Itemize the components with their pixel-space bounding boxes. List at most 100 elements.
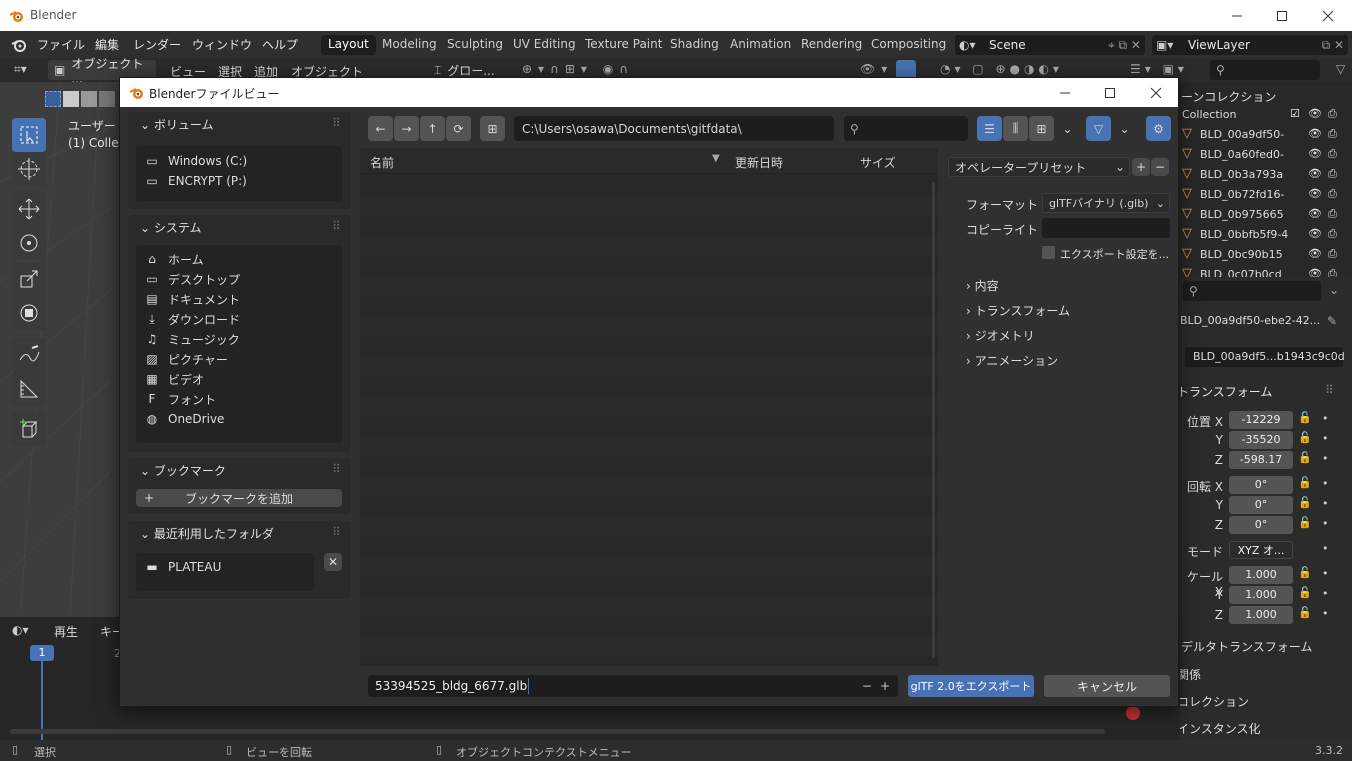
scene-selector[interactable]: ◐▾ Scene ⌖ ⧉ ✕ [955, 35, 1145, 55]
keyframe-dot-icon[interactable]: • [1322, 452, 1329, 465]
transform-header[interactable]: トランスフォーム [1177, 383, 1272, 400]
tab-animation[interactable]: Animation [723, 35, 798, 55]
system-item[interactable]: ⤓ ダウンロード [144, 309, 240, 329]
filter-toggle-button[interactable]: ▽ [1086, 116, 1111, 141]
tab-texture-paint[interactable]: Texture Paint [578, 35, 669, 55]
system-header[interactable]: ⌄ システム [140, 219, 202, 236]
keyframe-dot-icon[interactable]: • [1322, 542, 1329, 555]
outliner-object-row[interactable]: ▽ BLD_0b72fd16- 👁 ⎙ [1180, 185, 1352, 205]
scale-tool-icon[interactable] [12, 262, 46, 296]
cancel-button[interactable]: キャンセル [1044, 675, 1170, 697]
camera-icon[interactable]: ⎙ [1328, 127, 1337, 141]
move-tool-icon[interactable] [12, 192, 46, 226]
drag-handle-icon[interactable]: ⠿ [332, 116, 341, 130]
select-subtract-icon[interactable] [81, 91, 97, 107]
transform-tool-icon[interactable] [12, 296, 46, 330]
select-extend-icon[interactable] [63, 91, 79, 107]
section-geometry[interactable]: › ジオメトリ [966, 327, 1035, 344]
volume-c[interactable]: ▭ Windows (C:) [144, 151, 247, 171]
rotate-tool-icon[interactable] [12, 226, 46, 260]
lock-icon[interactable]: 🔓 [1298, 476, 1312, 489]
tab-rendering[interactable]: Rendering [794, 35, 869, 55]
tab-compositing[interactable]: Compositing [864, 35, 953, 55]
mesh-name-field[interactable]: BLD_00a9df5...b1943c9c0d [1185, 347, 1345, 367]
system-item[interactable]: ◍ OneDrive [144, 409, 225, 429]
eye-icon[interactable]: 👁 [1308, 207, 1322, 220]
select-invert-icon[interactable] [99, 91, 115, 107]
keyframe-dot-icon[interactable]: • [1322, 517, 1329, 530]
checkbox-icon[interactable]: ☑ [1290, 107, 1300, 120]
location-x-field[interactable]: -12229 [1229, 411, 1293, 429]
add-cube-tool-icon[interactable] [12, 412, 46, 446]
eye-icon[interactable]: 👁 [1308, 147, 1322, 160]
filename-input[interactable]: 53394525_bldg_6677.glb − + [368, 675, 898, 697]
current-frame-indicator[interactable]: 1 [30, 645, 54, 661]
rotation-y-field[interactable]: 0° [1229, 496, 1293, 514]
recent-header[interactable]: ⌄ 最近利用したフォルダ [140, 525, 274, 542]
decrement-icon[interactable]: − [862, 679, 872, 693]
remove-preset-button[interactable]: − [1151, 158, 1169, 176]
delta-transform-header[interactable]: デルタトランスフォーム [1181, 638, 1312, 655]
instancing-header[interactable]: インスタンス化 [1177, 720, 1261, 737]
drag-handle-icon[interactable]: ⠿ [332, 219, 341, 233]
camera-icon[interactable]: ⎙ [1328, 147, 1337, 161]
viewport-overlay-icons[interactable]: 👁▾ [860, 62, 893, 76]
keyframe-dot-icon[interactable]: • [1322, 412, 1329, 425]
menu-file[interactable]: ファイル [37, 36, 85, 53]
tab-layout[interactable]: Layout [321, 35, 376, 55]
sort-desc-icon[interactable]: ▼ [712, 153, 720, 164]
column-name[interactable]: 名前 [370, 154, 394, 171]
measure-tool-icon[interactable] [12, 372, 46, 406]
scale-z-field[interactable]: 1.000 [1229, 606, 1293, 624]
menu-window[interactable]: ウィンドウ [192, 36, 252, 53]
column-size[interactable]: サイズ [860, 154, 896, 171]
lock-icon[interactable]: 🔓 [1298, 566, 1312, 579]
file-list[interactable]: 名前 ▼ 更新日時 サイズ [360, 148, 938, 666]
clear-recent-button[interactable]: ✕ [324, 553, 342, 571]
outliner-object-row[interactable]: ▽ BLD_0bc90b15 👁 ⎙ [1180, 245, 1352, 265]
menu-render[interactable]: レンダー [133, 36, 181, 53]
tab-uv-editing[interactable]: UV Editing [506, 35, 583, 55]
file-list-scrollbar[interactable] [932, 182, 935, 658]
add-preset-button[interactable]: + [1132, 158, 1150, 176]
playback-menu[interactable]: 再生 [54, 623, 78, 640]
chevron-down-icon[interactable]: ⌄ [1329, 283, 1339, 297]
recent-item-plateau[interactable]: ▬ PLATEAU [144, 557, 221, 577]
keyframe-dot-icon[interactable]: • [1322, 607, 1329, 620]
eye-icon[interactable]: 👁 [1308, 187, 1322, 200]
lock-icon[interactable]: 🔓 [1298, 586, 1312, 599]
lock-icon[interactable]: 🔓 [1298, 431, 1312, 444]
rotation-x-field[interactable]: 0° [1229, 476, 1293, 494]
blender-menu-icon[interactable] [11, 37, 27, 53]
back-button[interactable]: ← [368, 116, 393, 141]
outliner-object-row[interactable]: ▽ BLD_0bbfb5f9-4 👁 ⎙ [1180, 225, 1352, 245]
camera-icon[interactable]: ⎙ [1328, 187, 1337, 201]
add-bookmark-button[interactable]: + ブックマークを追加 [136, 489, 342, 507]
keyframe-dot-icon[interactable]: • [1322, 497, 1329, 510]
refresh-button[interactable]: ⟳ [446, 116, 471, 141]
scene-pin-icon[interactable]: ⌖ ⧉ ✕ [1108, 38, 1141, 53]
system-item[interactable]: ▨ ピクチャー [144, 349, 228, 369]
volume-p[interactable]: ▭ ENCRYPT (P:) [144, 171, 247, 191]
export-button[interactable]: glTF 2.0をエクスポート [908, 675, 1034, 697]
relations-header[interactable]: 関係 [1177, 666, 1201, 683]
eye-icon[interactable]: 👁 [1308, 247, 1322, 260]
outliner-collection-row[interactable]: Collection ☑ 👁 ⎙ [1180, 105, 1352, 125]
editor-type-icon[interactable]: ⌗▾ [14, 62, 27, 77]
menu-help[interactable]: ヘルプ [262, 36, 298, 53]
camera-icon[interactable]: ⎙ [1328, 247, 1337, 261]
system-item[interactable]: F フォント [144, 389, 216, 409]
system-item[interactable]: ⌂ ホーム [144, 249, 203, 269]
copyright-input[interactable] [1042, 218, 1170, 238]
properties-search-input[interactable]: ⚲ [1183, 281, 1321, 301]
increment-icon[interactable]: + [880, 679, 890, 693]
path-input[interactable]: C:\Users\osawa\Documents\gitfdata\ [514, 116, 834, 141]
format-dropdown[interactable]: glTFバイナリ (.glb) ⌄ [1042, 193, 1170, 213]
dialog-maximize-button[interactable] [1087, 78, 1133, 107]
cursor-tool-icon[interactable] [12, 152, 46, 186]
minimize-button[interactable] [1214, 0, 1260, 31]
outliner-object-row[interactable]: ▽ BLD_0b3a793a 👁 ⎙ [1180, 165, 1352, 185]
settings-toggle-button[interactable]: ⚙ [1146, 116, 1171, 141]
section-transform[interactable]: › トランスフォーム [966, 302, 1070, 319]
eye-icon[interactable]: 👁 [1308, 107, 1322, 120]
